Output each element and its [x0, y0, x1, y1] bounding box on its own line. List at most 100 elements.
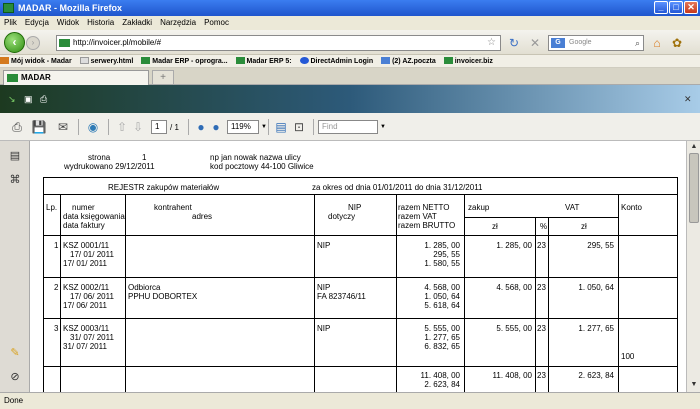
- row-vat-percent: 23: [537, 283, 546, 292]
- window-title-bar: MADAR - Mozilla Firefox _ □ ✕: [0, 0, 700, 16]
- page-total: / 1: [170, 123, 179, 132]
- row-counterparty-name: PPHU DOBORTEX: [128, 292, 198, 301]
- bookmark-item[interactable]: DirectAdmin Login: [299, 55, 373, 68]
- register-title: REJESTR zakupów materiałów: [108, 183, 220, 192]
- print-icon[interactable]: ⎙: [8, 118, 26, 136]
- email-icon[interactable]: ✉: [54, 118, 72, 136]
- fit-page-icon[interactable]: ▤: [272, 118, 290, 136]
- row-vat: 1. 050, 64: [424, 292, 460, 301]
- new-tab-button[interactable]: +: [152, 70, 174, 85]
- header-purchase-pln: zł: [492, 222, 498, 231]
- bookmark-icon: [0, 57, 9, 64]
- header-lp: Lp.: [46, 203, 58, 212]
- zoom-select[interactable]: 119%: [227, 120, 259, 134]
- register-period: za okres od dnia 01/01/2011 do dnia 31/1…: [312, 183, 483, 192]
- menu-edit[interactable]: Edycja: [21, 16, 53, 30]
- row-nip: NIP: [317, 241, 331, 250]
- row-counterparty: Odbiorca: [128, 283, 161, 292]
- copy-icon[interactable]: ▣: [24, 94, 34, 104]
- header-vat-pln: zł: [581, 222, 587, 231]
- pdf-page: strona 1 wydrukowano 29/12/2011 np jan n…: [30, 141, 686, 392]
- col-line: [43, 177, 44, 392]
- company-address-line2: kod pocztowy 44-100 Gliwice: [210, 162, 314, 171]
- google-engine-icon[interactable]: G: [551, 38, 565, 48]
- header-number: numer: [72, 203, 95, 212]
- menu-history[interactable]: Historia: [83, 16, 118, 30]
- minimize-button[interactable]: _: [654, 1, 668, 14]
- col-line: [314, 194, 315, 392]
- bookmark-item[interactable]: invoicer.biz: [443, 55, 493, 68]
- row-number: KSZ 0002/11: [63, 283, 110, 292]
- zoom-dropdown-icon[interactable]: ▼: [261, 123, 267, 132]
- bookmarks-toolbar: Mój widok - Madar serwery.html Madar ERP…: [0, 55, 700, 68]
- menu-file[interactable]: Plik: [0, 16, 21, 30]
- header-nip: NIP: [348, 203, 362, 212]
- row-purchase: 5. 555, 00: [496, 324, 532, 333]
- save-icon[interactable]: 💾: [30, 118, 48, 136]
- home-icon[interactable]: ⌂: [650, 36, 664, 50]
- attachment-icon[interactable]: ⊘: [8, 370, 22, 384]
- bookmark-item[interactable]: Madar ERP 5:: [235, 55, 292, 68]
- bookmark-item[interactable]: serwery.html: [79, 55, 133, 68]
- menu-tools[interactable]: Narzędzia: [156, 16, 200, 30]
- printed-date: wydrukowano 29/12/2011: [64, 162, 155, 171]
- binoculars-icon[interactable]: ⌘: [8, 173, 22, 187]
- url-text: http://invoicer.pl/mobile/#: [73, 38, 162, 47]
- vertical-scrollbar[interactable]: ▲ ▼: [686, 141, 700, 392]
- stop-icon[interactable]: ✕: [528, 36, 542, 50]
- close-panel-icon[interactable]: ✕: [684, 94, 694, 104]
- scroll-up-icon[interactable]: ▲: [689, 142, 699, 152]
- bookmark-item[interactable]: (2) AZ.poczta: [381, 55, 436, 68]
- print-icon[interactable]: ⎙: [40, 94, 50, 104]
- bookmark-icon: [299, 57, 309, 64]
- reload-icon[interactable]: ↻: [507, 36, 521, 50]
- header-address: adres: [192, 212, 213, 221]
- page-number-input[interactable]: 1: [151, 120, 167, 134]
- url-bar[interactable]: http://invoicer.pl/mobile/# ☆: [56, 35, 501, 51]
- menu-view[interactable]: Widok: [53, 16, 83, 30]
- scroll-down-icon[interactable]: ▼: [689, 380, 699, 390]
- fit-width-icon[interactable]: ⊡: [290, 118, 308, 136]
- menu-help[interactable]: Pomoc: [200, 16, 233, 30]
- search-input[interactable]: G Google ⌕: [548, 35, 644, 51]
- header-account: Konto: [621, 203, 642, 212]
- tool-icon[interactable]: ↘: [8, 94, 18, 104]
- col-line: [60, 194, 61, 392]
- row-invoice-date: 17/ 01/ 2011: [63, 259, 107, 268]
- forward-button[interactable]: ›: [26, 36, 40, 50]
- row-vat-percent: 23: [537, 324, 546, 333]
- total-purchase: 11. 408, 00: [492, 371, 532, 380]
- bookmark-star-icon[interactable]: ☆: [487, 36, 496, 50]
- bookmark-item[interactable]: Mój widok - Madar: [0, 55, 72, 68]
- firefox-app-icon: [3, 3, 14, 13]
- row-lp: 1: [54, 241, 59, 250]
- menu-bar: Plik Edycja Widok Historia Zakładki Narzędzia…: [0, 16, 700, 30]
- row-separator: [43, 318, 677, 319]
- row-number: KSZ 0001/11: [63, 241, 110, 250]
- table-border: [677, 177, 678, 392]
- row-invoice-date: 31/ 07/ 2011: [63, 342, 107, 351]
- find-input[interactable]: Find: [318, 120, 378, 134]
- tab-madar[interactable]: MADAR: [3, 70, 149, 85]
- pages-icon[interactable]: ▤: [8, 149, 22, 163]
- pdf-document-area: strona 1 wydrukowano 29/12/2011 np jan n…: [30, 141, 686, 392]
- close-window-button[interactable]: ✕: [684, 1, 698, 14]
- site-favicon-icon: [59, 39, 70, 47]
- addon-icon[interactable]: ✿: [670, 36, 684, 50]
- row-purchase: 4. 568, 00: [496, 283, 532, 292]
- maximize-button[interactable]: □: [669, 1, 683, 14]
- row-gross: 1. 580, 55: [424, 259, 460, 268]
- comments-icon[interactable]: ✎: [8, 346, 22, 360]
- header-counterparty: kontrahent: [154, 203, 192, 212]
- row-separator: [43, 235, 677, 236]
- window-title: MADAR - Mozilla Firefox: [18, 3, 123, 13]
- find-dropdown-icon[interactable]: ▼: [380, 123, 386, 132]
- next-page-icon[interactable]: ⇩: [129, 118, 147, 136]
- search-magnifier-icon[interactable]: ⌕: [635, 36, 640, 50]
- zoom-in-icon[interactable]: ●: [207, 118, 225, 136]
- back-button[interactable]: ‹: [4, 32, 25, 53]
- scrollbar-thumb[interactable]: [689, 153, 699, 223]
- collaborate-icon[interactable]: ◉: [84, 118, 102, 136]
- menu-bookmarks[interactable]: Zakładki: [118, 16, 156, 30]
- bookmark-item[interactable]: Madar ERP - oprogra...: [141, 55, 228, 68]
